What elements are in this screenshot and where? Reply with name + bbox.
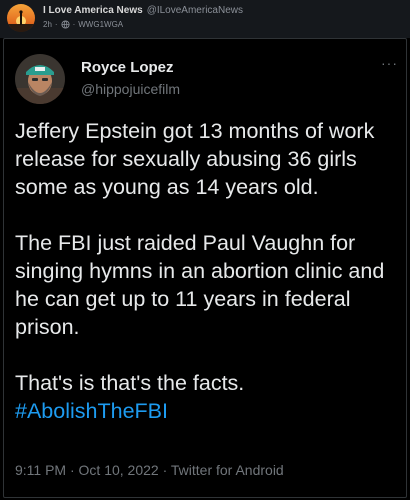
globe-icon xyxy=(61,20,70,29)
repost-account-name-row[interactable]: I Love America News @ILoveAmericaNews xyxy=(43,5,243,16)
tweet-paragraph-2: The FBI just raided Paul Vaughn for sing… xyxy=(15,231,385,339)
repost-meta: 2h · · WWG1WGA xyxy=(43,20,123,29)
repost-time[interactable]: 2h xyxy=(43,20,52,29)
author-handle[interactable]: @hippojuicefilm xyxy=(81,81,180,97)
tweet-paragraph-3: That's is that's the facts. xyxy=(15,371,245,395)
bearded-man-cap-avatar-icon[interactable] xyxy=(15,54,65,104)
repost-account-handle[interactable]: @ILoveAmericaNews xyxy=(147,5,243,16)
repost-account-name[interactable]: I Love America News xyxy=(43,5,143,16)
repost-separator-2: · xyxy=(72,20,76,29)
sunset-figure-avatar-icon[interactable] xyxy=(7,4,35,32)
repost-source-tag: WWG1WGA xyxy=(78,20,124,29)
author-name[interactable]: Royce Lopez xyxy=(81,59,174,76)
tweet-paragraph-1: Jeffery Epstein got 13 months of work re… xyxy=(15,119,375,199)
tweet-card[interactable]: Royce Lopez @hippojuicefilm ··· Jeffery … xyxy=(3,38,407,498)
tweet-timestamp[interactable]: 9:11 PM · Oct 10, 2022 · Twitter for And… xyxy=(15,462,284,478)
repost-separator: · xyxy=(54,20,58,29)
repost-header: I Love America News @ILoveAmericaNews 2h … xyxy=(0,0,410,38)
more-options-icon[interactable]: ··· xyxy=(381,55,398,71)
tweet-text: Jeffery Epstein got 13 months of work re… xyxy=(15,117,401,425)
hashtag-link[interactable]: #AbolishTheFBI xyxy=(15,399,168,423)
